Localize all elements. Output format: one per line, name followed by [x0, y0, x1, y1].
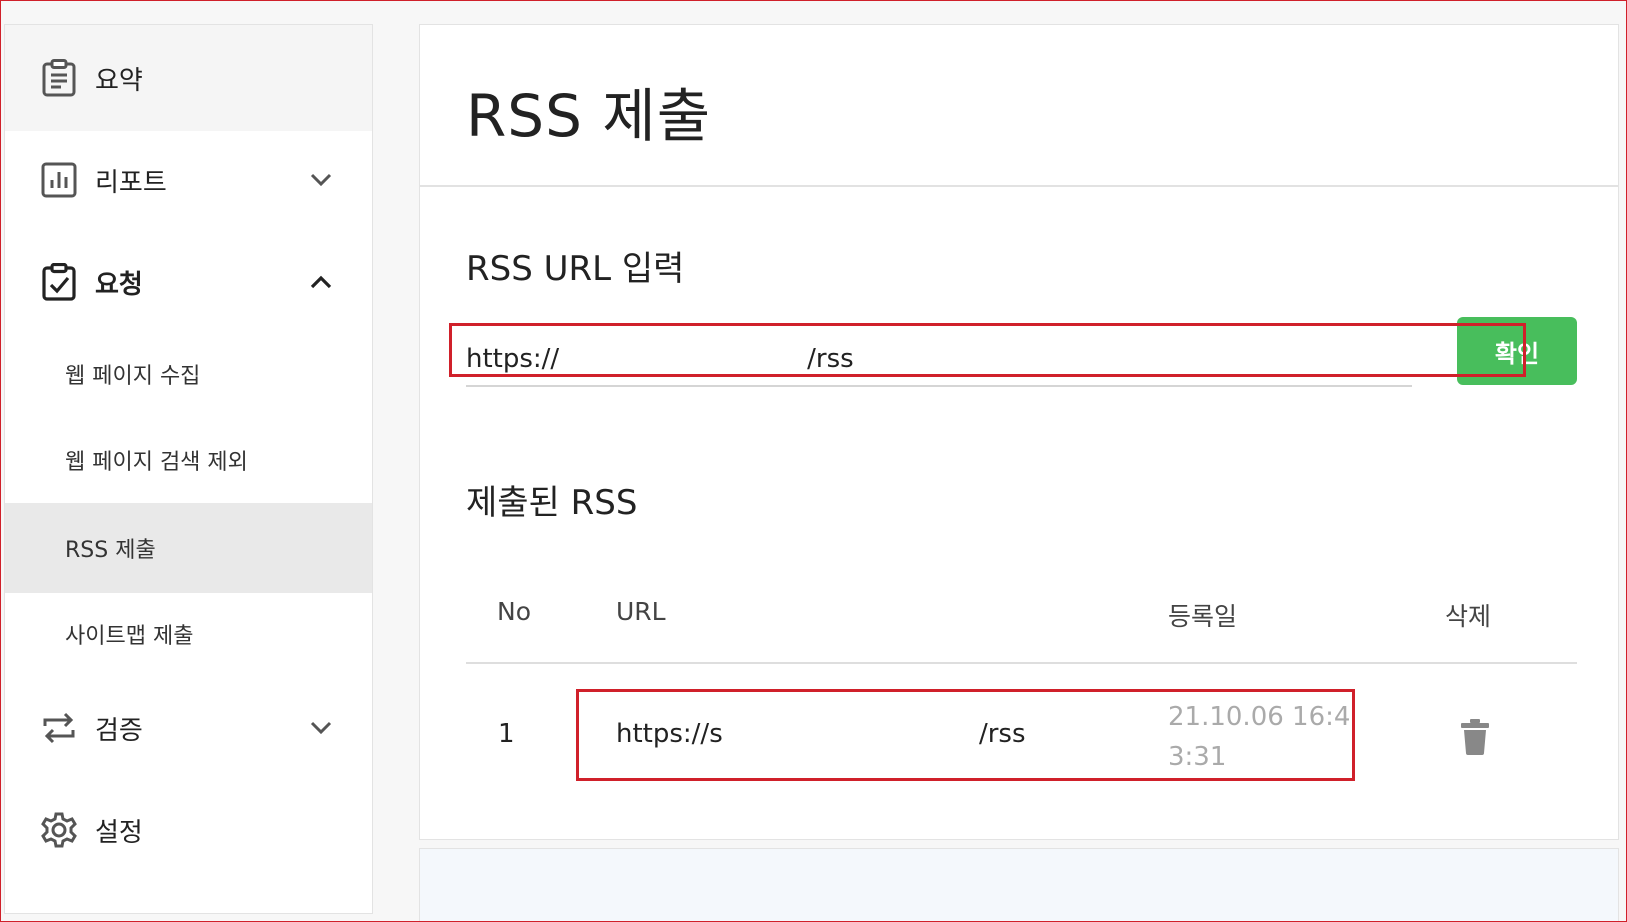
rss-url-input[interactable]: [466, 333, 1412, 385]
sidebar-item-label: 요약: [95, 65, 143, 96]
confirm-button[interactable]: 확인: [1457, 317, 1577, 385]
table-divider: [466, 662, 1577, 664]
gear-icon: [39, 810, 79, 850]
sidebar-subitem-label: 사이트맵 제출: [65, 624, 194, 649]
sidebar-item-settings[interactable]: 설정: [5, 777, 372, 883]
table-header-date: 등록일: [1168, 602, 1238, 631]
sidebar-subitem-sitemap-submit[interactable]: 사이트맵 제출: [5, 589, 372, 679]
repeat-arrows-icon: [39, 708, 79, 748]
sidebar: 요약 리포트 요청 웹 페이지 수집 웹 페이지 검색 제외 RSS 제출 사이…: [4, 24, 373, 914]
row-date: 21.10.06 16:43:31: [1168, 702, 1351, 772]
chevron-down-icon[interactable]: [307, 714, 335, 742]
sidebar-item-label: 설정: [95, 817, 143, 848]
sidebar-item-label: 리포트: [95, 167, 167, 198]
main-panel: RSS 제출 RSS URL 입력 확인 제출된 RSS No URL 등록일 …: [419, 24, 1619, 840]
sidebar-subitem-web-collect[interactable]: 웹 페이지 수집: [5, 329, 372, 419]
chevron-up-icon[interactable]: [307, 268, 335, 296]
submitted-section-title: 제출된 RSS: [466, 483, 638, 523]
row-no: 1: [498, 719, 515, 749]
trash-icon[interactable]: [1457, 717, 1493, 757]
title-divider: [420, 185, 1618, 187]
bar-chart-icon: [39, 160, 79, 200]
page-title: RSS 제출: [466, 82, 712, 150]
table-header-url: URL: [616, 597, 666, 626]
sidebar-item-verify[interactable]: 검증: [5, 675, 372, 781]
sidebar-item-label: 검증: [95, 715, 143, 746]
table-header-no: No: [497, 597, 531, 626]
lower-panel: [419, 848, 1619, 922]
sidebar-subitem-web-exclude[interactable]: 웹 페이지 검색 제외: [5, 415, 372, 505]
row-url: https://s /rss: [616, 719, 1026, 749]
clipboard-list-icon: [39, 58, 79, 98]
sidebar-item-report[interactable]: 리포트: [5, 127, 372, 233]
clipboard-check-icon: [39, 262, 79, 302]
sidebar-item-summary[interactable]: 요약: [5, 25, 372, 131]
input-section-title: RSS URL 입력: [466, 249, 685, 289]
rss-url-field[interactable]: [466, 333, 1412, 387]
table-header-delete: 삭제: [1445, 602, 1492, 631]
sidebar-item-label: 요청: [95, 269, 143, 300]
sidebar-subitem-label: 웹 페이지 수집: [65, 364, 201, 389]
sidebar-subitem-label: 웹 페이지 검색 제외: [65, 450, 248, 475]
sidebar-item-request[interactable]: 요청: [5, 229, 372, 335]
sidebar-subitem-label: RSS 제출: [65, 538, 156, 563]
chevron-down-icon[interactable]: [307, 166, 335, 194]
sidebar-subitem-rss-submit[interactable]: RSS 제출: [5, 503, 372, 593]
